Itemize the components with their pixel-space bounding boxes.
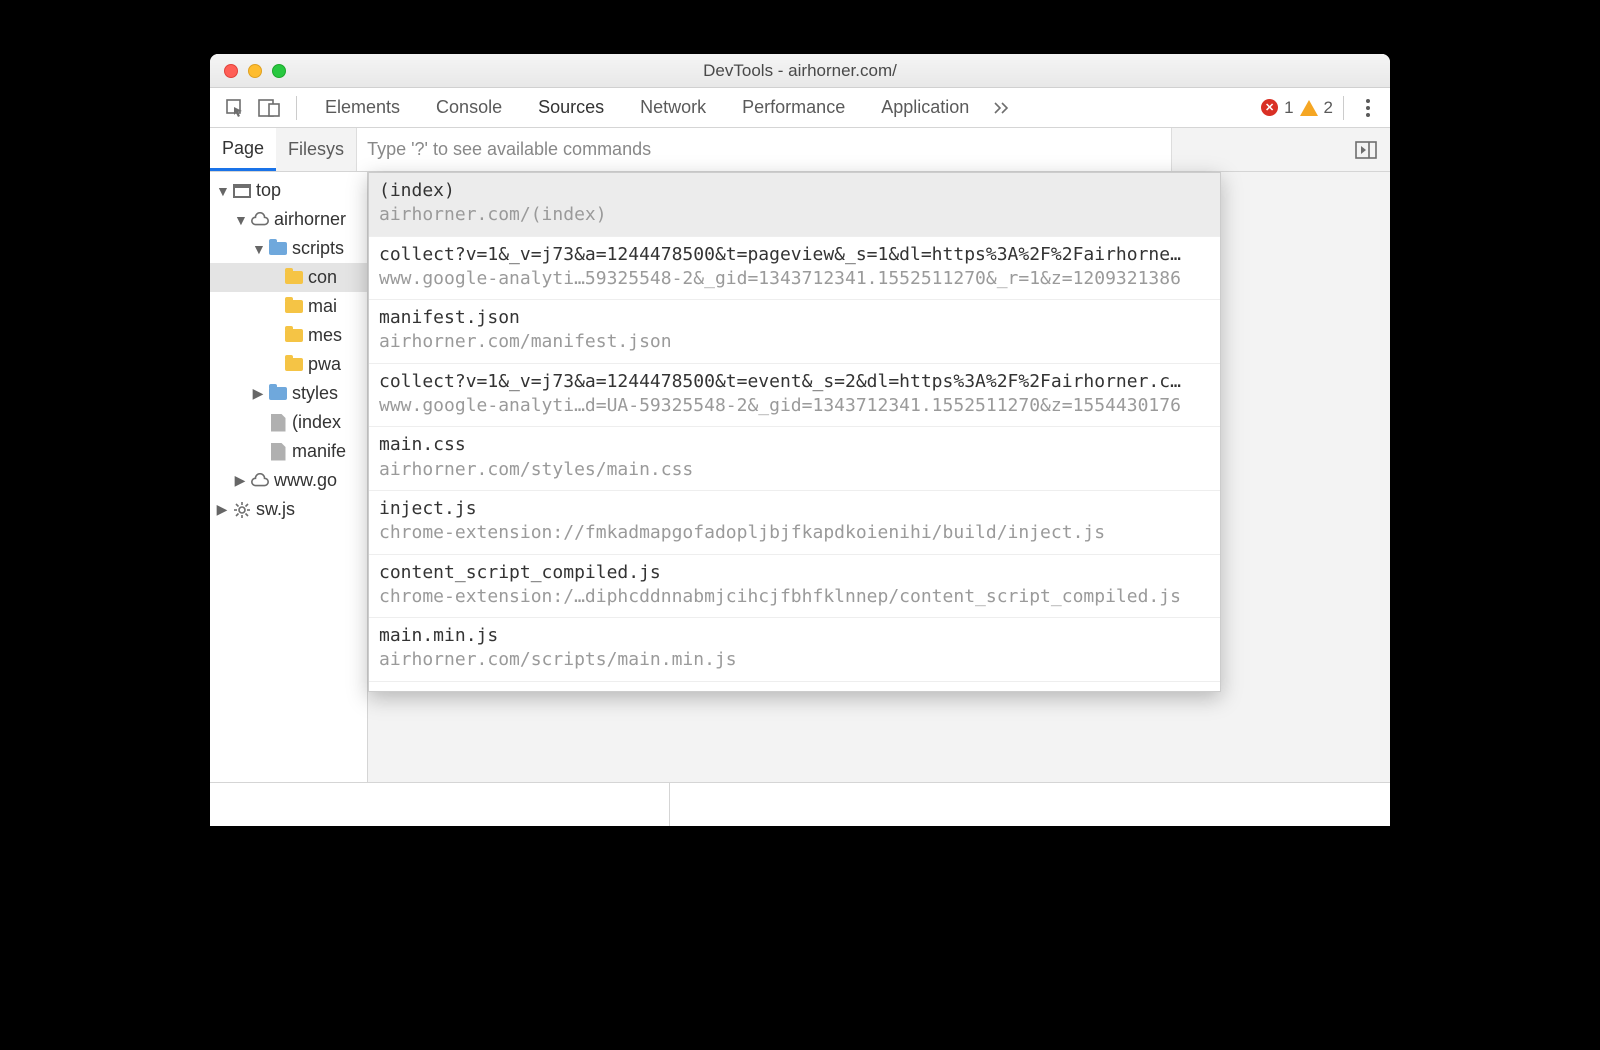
- tree-label: (index: [292, 412, 341, 433]
- suggestion-sub: chrome-extension:/…diphcddnnabmjcihcjfbh…: [379, 585, 1210, 609]
- suggestion-title: comlink.global.js: [379, 688, 1210, 692]
- suggestion-sub: www.google-analyti…d=UA-59325548-2&_gid=…: [379, 394, 1210, 418]
- suggestion-item[interactable]: main.min.js airhorner.com/scripts/main.m…: [369, 618, 1220, 682]
- warning-count: 2: [1324, 98, 1333, 118]
- suggestion-sub: airhorner.com/scripts/main.min.js: [379, 648, 1210, 672]
- collapse-panel-icon[interactable]: [1342, 128, 1390, 171]
- tree-label: manife: [292, 441, 346, 462]
- tree-file[interactable]: mai: [210, 292, 367, 321]
- tree-label: pwa: [308, 354, 341, 375]
- footer-bar: [210, 782, 1390, 826]
- suggestion-sub: chrome-extension://fmkadmapgofadopljbjfk…: [379, 521, 1210, 545]
- suggestion-title: collect?v=1&_v=j73&a=1244478500&t=pagevi…: [379, 243, 1210, 267]
- suggestion-item[interactable]: content_script_compiled.js chrome-extens…: [369, 555, 1220, 619]
- suggestion-title: manifest.json: [379, 306, 1210, 330]
- error-count: 1: [1284, 98, 1293, 118]
- devtools-window: DevTools - airhorner.com/ Elements Conso…: [210, 54, 1390, 826]
- tab-application[interactable]: Application: [863, 88, 987, 127]
- tab-performance[interactable]: Performance: [724, 88, 863, 127]
- tree-label: sw.js: [256, 499, 295, 520]
- error-warning-indicator[interactable]: 1 2: [1261, 98, 1333, 118]
- device-toggle-icon[interactable]: [255, 94, 283, 122]
- command-dropdown-area: (index) airhorner.com/(index) collect?v=…: [368, 172, 1390, 782]
- right-gutter: [1172, 128, 1342, 171]
- suggestion-title: collect?v=1&_v=j73&a=1244478500&t=event&…: [379, 370, 1210, 394]
- tab-network[interactable]: Network: [622, 88, 724, 127]
- suggestion-title: main.min.js: [379, 624, 1210, 648]
- tree-label: mes: [308, 325, 342, 346]
- suggestion-sub: airhorner.com/(index): [379, 203, 1210, 227]
- separator: [1343, 96, 1344, 120]
- suggestion-item[interactable]: manifest.json airhorner.com/manifest.jso…: [369, 300, 1220, 364]
- error-icon: [1261, 99, 1278, 116]
- devtools-tabs: Elements Console Sources Network Perform…: [210, 88, 1390, 128]
- tree-sw[interactable]: ▶ sw.js: [210, 495, 367, 524]
- warning-icon: [1300, 100, 1318, 116]
- tab-console[interactable]: Console: [418, 88, 520, 127]
- tree-file-manifest[interactable]: manife: [210, 437, 367, 466]
- suggestion-item[interactable]: main.css airhorner.com/styles/main.css: [369, 427, 1220, 491]
- command-input[interactable]: [357, 128, 1171, 171]
- sources-body: ▼ top ▼ airhorner ▼ scripts con mai: [210, 172, 1390, 782]
- tree-file[interactable]: mes: [210, 321, 367, 350]
- command-suggestions: (index) airhorner.com/(index) collect?v=…: [368, 172, 1221, 692]
- tree-top-frame[interactable]: ▼ top: [210, 176, 367, 205]
- command-menu: [356, 128, 1172, 171]
- suggestion-item[interactable]: collect?v=1&_v=j73&a=1244478500&t=event&…: [369, 364, 1220, 428]
- window-title: DevTools - airhorner.com/: [210, 61, 1390, 81]
- suggestion-item[interactable]: collect?v=1&_v=j73&a=1244478500&t=pagevi…: [369, 237, 1220, 301]
- sources-subtabs-bar: Page Filesys: [210, 128, 1390, 172]
- inspect-icon[interactable]: [221, 94, 249, 122]
- subtab-page[interactable]: Page: [210, 128, 276, 171]
- footer-left: [210, 783, 670, 826]
- suggestion-title: (index): [379, 179, 1210, 203]
- separator: [296, 96, 297, 120]
- tree-label: www.go: [274, 470, 337, 491]
- suggestion-title: content_script_compiled.js: [379, 561, 1210, 585]
- tree-label: con: [308, 267, 337, 288]
- suggestion-item[interactable]: (index) airhorner.com/(index): [369, 173, 1220, 237]
- suggestion-item[interactable]: inject.js chrome-extension://fmkadmapgof…: [369, 491, 1220, 555]
- tree-file[interactable]: con: [210, 263, 367, 292]
- tree-folder-scripts[interactable]: ▼ scripts: [210, 234, 367, 263]
- tree-folder-styles[interactable]: ▶ styles: [210, 379, 367, 408]
- suggestion-sub: airhorner.com/manifest.json: [379, 330, 1210, 354]
- suggestion-item[interactable]: comlink.global.js airhorner.com/scripts/…: [369, 682, 1220, 692]
- kebab-menu-icon[interactable]: [1366, 99, 1370, 117]
- tree-domain-google[interactable]: ▶ www.go: [210, 466, 367, 495]
- suggestion-sub: www.google-analyti…59325548-2&_gid=13437…: [379, 267, 1210, 291]
- subtab-filesystem[interactable]: Filesys: [276, 128, 356, 171]
- tree-file-index[interactable]: (index: [210, 408, 367, 437]
- file-tree: ▼ top ▼ airhorner ▼ scripts con mai: [210, 172, 368, 782]
- tree-label: mai: [308, 296, 337, 317]
- tree-label: scripts: [292, 238, 344, 259]
- tab-sources[interactable]: Sources: [520, 88, 622, 127]
- titlebar: DevTools - airhorner.com/: [210, 54, 1390, 88]
- tab-elements[interactable]: Elements: [307, 88, 418, 127]
- tree-domain[interactable]: ▼ airhorner: [210, 205, 367, 234]
- tree-file[interactable]: pwa: [210, 350, 367, 379]
- tree-label: airhorner: [274, 209, 346, 230]
- tree-label: styles: [292, 383, 338, 404]
- suggestion-title: inject.js: [379, 497, 1210, 521]
- suggestion-title: main.css: [379, 433, 1210, 457]
- tree-label: top: [256, 180, 281, 201]
- more-tabs-icon[interactable]: [991, 102, 1015, 114]
- suggestion-sub: airhorner.com/styles/main.css: [379, 458, 1210, 482]
